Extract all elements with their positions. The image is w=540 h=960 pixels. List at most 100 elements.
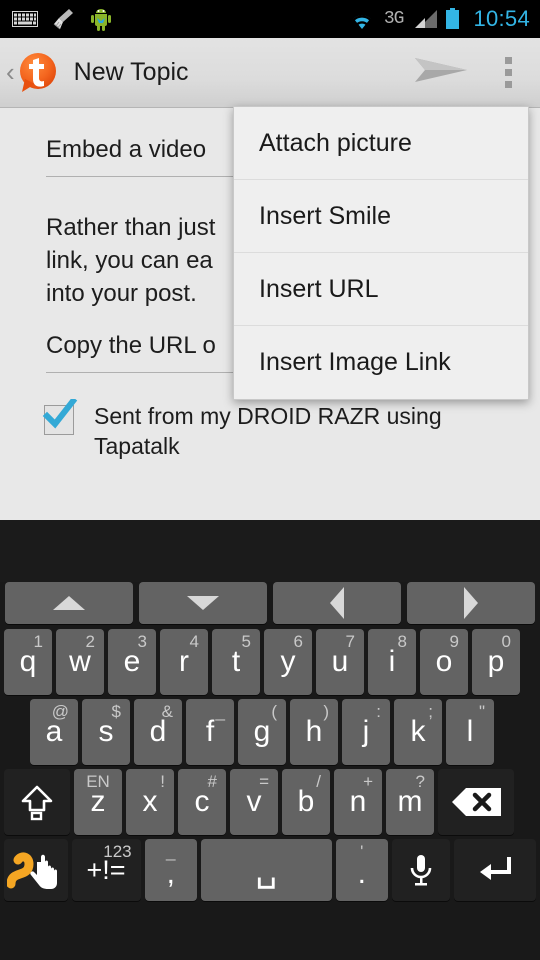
key-t[interactable]: 5t [212,629,260,695]
keyboard-row-home: @ a $ s & d _ f (g ) h :j ; k " l [0,699,540,765]
key-p-alt: 0 [501,632,511,651]
menu-item-insert-image-link[interactable]: Insert Image Link [234,326,528,399]
key-s[interactable]: $ s [82,699,130,765]
key-q-alt: 1 [33,632,43,651]
arrow-right-key[interactable] [407,582,535,624]
microphone-key[interactable] [391,839,450,901]
arrow-right-icon [464,587,478,619]
space-key[interactable]: ␣ [200,839,332,901]
key-f[interactable]: _ f [186,699,234,765]
keyboard-row-function: 123 +!= _ , ␣ ' . [0,839,540,901]
action-bar: ‹ New Topic [0,38,540,108]
keyboard-row-bottom-letters: EN z ! x # c = v / b + n ? m [0,769,540,835]
keyboard-suggestion-strip [0,520,540,582]
key-a[interactable]: @ a [30,699,78,765]
key-i[interactable]: 8i [368,629,416,695]
comma-key-alt: _ [166,842,176,861]
key-t-alt: 5 [241,632,251,651]
key-p[interactable]: 0p [472,629,520,695]
key-k[interactable]: ; k [394,699,442,765]
keyboard-icon [12,11,38,27]
enter-key[interactable] [453,839,536,901]
key-v-alt: = [259,772,269,791]
key-m[interactable]: ? m [386,769,434,835]
arrow-down-icon [187,596,219,610]
key-e-alt: 3 [137,632,147,651]
status-bar-right-icons: 3G 10:54 [348,6,530,32]
key-y-alt: 6 [293,632,303,651]
key-g[interactable]: (g [238,699,286,765]
key-y[interactable]: 6y [264,629,312,695]
swype-hand-icon [6,852,57,889]
menu-item-attach-picture[interactable]: Attach picture [234,107,528,180]
signature-checkbox[interactable] [42,399,78,435]
broom-icon [52,8,76,30]
keyboard-row-qwerty: 1q 2w 3e 4r 5t 6y 7u 8i 9o 0p [0,629,540,695]
period-key[interactable]: ' . [335,839,388,901]
action-bar-actions [413,50,528,95]
key-e[interactable]: 3e [108,629,156,695]
key-n[interactable]: + n [334,769,382,835]
key-j[interactable]: :j [342,699,390,765]
key-x-alt: ! [160,772,165,791]
arrow-up-icon [53,596,85,610]
key-o-alt: 9 [449,632,459,651]
key-s-alt: $ [111,702,121,721]
tapatalk-logo-icon[interactable] [16,51,60,95]
key-c-alt: # [207,772,217,791]
key-j-alt: : [376,702,381,721]
shift-icon [21,785,53,821]
arrow-left-icon [330,587,344,619]
comma-key[interactable]: _ , [144,839,197,901]
key-u-alt: 7 [345,632,355,651]
signal-bars-icon [411,9,438,29]
shift-key[interactable] [4,769,70,835]
signature-row[interactable]: Sent from my DROID RAZR using Tapatalk [42,399,520,461]
menu-item-insert-smile[interactable]: Insert Smile [234,180,528,253]
arrow-down-key[interactable] [139,582,267,624]
key-x[interactable]: ! x [126,769,174,835]
key-w-alt: 2 [85,632,95,651]
back-button[interactable]: ‹ [6,57,15,88]
key-q[interactable]: 1q [4,629,52,695]
key-r-alt: 4 [189,632,199,651]
key-d[interactable]: & d [134,699,182,765]
key-r[interactable]: 4r [160,629,208,695]
key-g-alt: ( [271,702,277,721]
key-b-alt: / [316,772,321,791]
key-d-alt: & [161,702,173,721]
status-bar-clock: 10:54 [473,6,530,31]
key-m-alt: ? [415,772,425,791]
swype-gesture-key[interactable] [4,839,68,901]
key-h[interactable]: ) h [290,699,338,765]
menu-item-insert-url[interactable]: Insert URL [234,253,528,326]
enter-icon [479,857,511,880]
arrow-up-key[interactable] [5,582,133,624]
key-o[interactable]: 9o [420,629,468,695]
key-w[interactable]: 2w [56,629,104,695]
symbols-key-alt: 123 [103,842,132,861]
send-arrow-icon[interactable] [413,50,469,95]
key-v[interactable]: = v [230,769,278,835]
period-key-alt: ' [360,842,364,861]
microphone-icon [410,855,432,886]
key-z[interactable]: EN z [74,769,122,835]
key-u[interactable]: 7u [316,629,364,695]
key-b[interactable]: / b [282,769,330,835]
status-bar: 3G 10:54 [0,0,540,38]
soft-keyboard: 1q 2w 3e 4r 5t 6y 7u 8i 9o 0p @ a $ s & d _… [0,520,540,960]
arrow-left-key[interactable] [273,582,401,624]
signature-label: Sent from my DROID RAZR using Tapatalk [94,403,442,459]
key-h-alt: ) [323,702,329,721]
overflow-dropdown-menu: Attach picture Insert Smile Insert URL I… [233,106,529,400]
battery-icon [445,8,460,30]
wifi-icon [348,8,376,30]
backspace-key[interactable] [438,769,514,835]
key-l-alt: " [478,702,485,721]
page-title: New Topic [73,58,189,86]
key-c[interactable]: # c [178,769,226,835]
key-l[interactable]: " l [446,699,494,765]
backspace-icon [452,788,501,816]
overflow-menu-icon[interactable] [497,51,520,94]
symbols-key[interactable]: 123 +!= [71,839,141,901]
